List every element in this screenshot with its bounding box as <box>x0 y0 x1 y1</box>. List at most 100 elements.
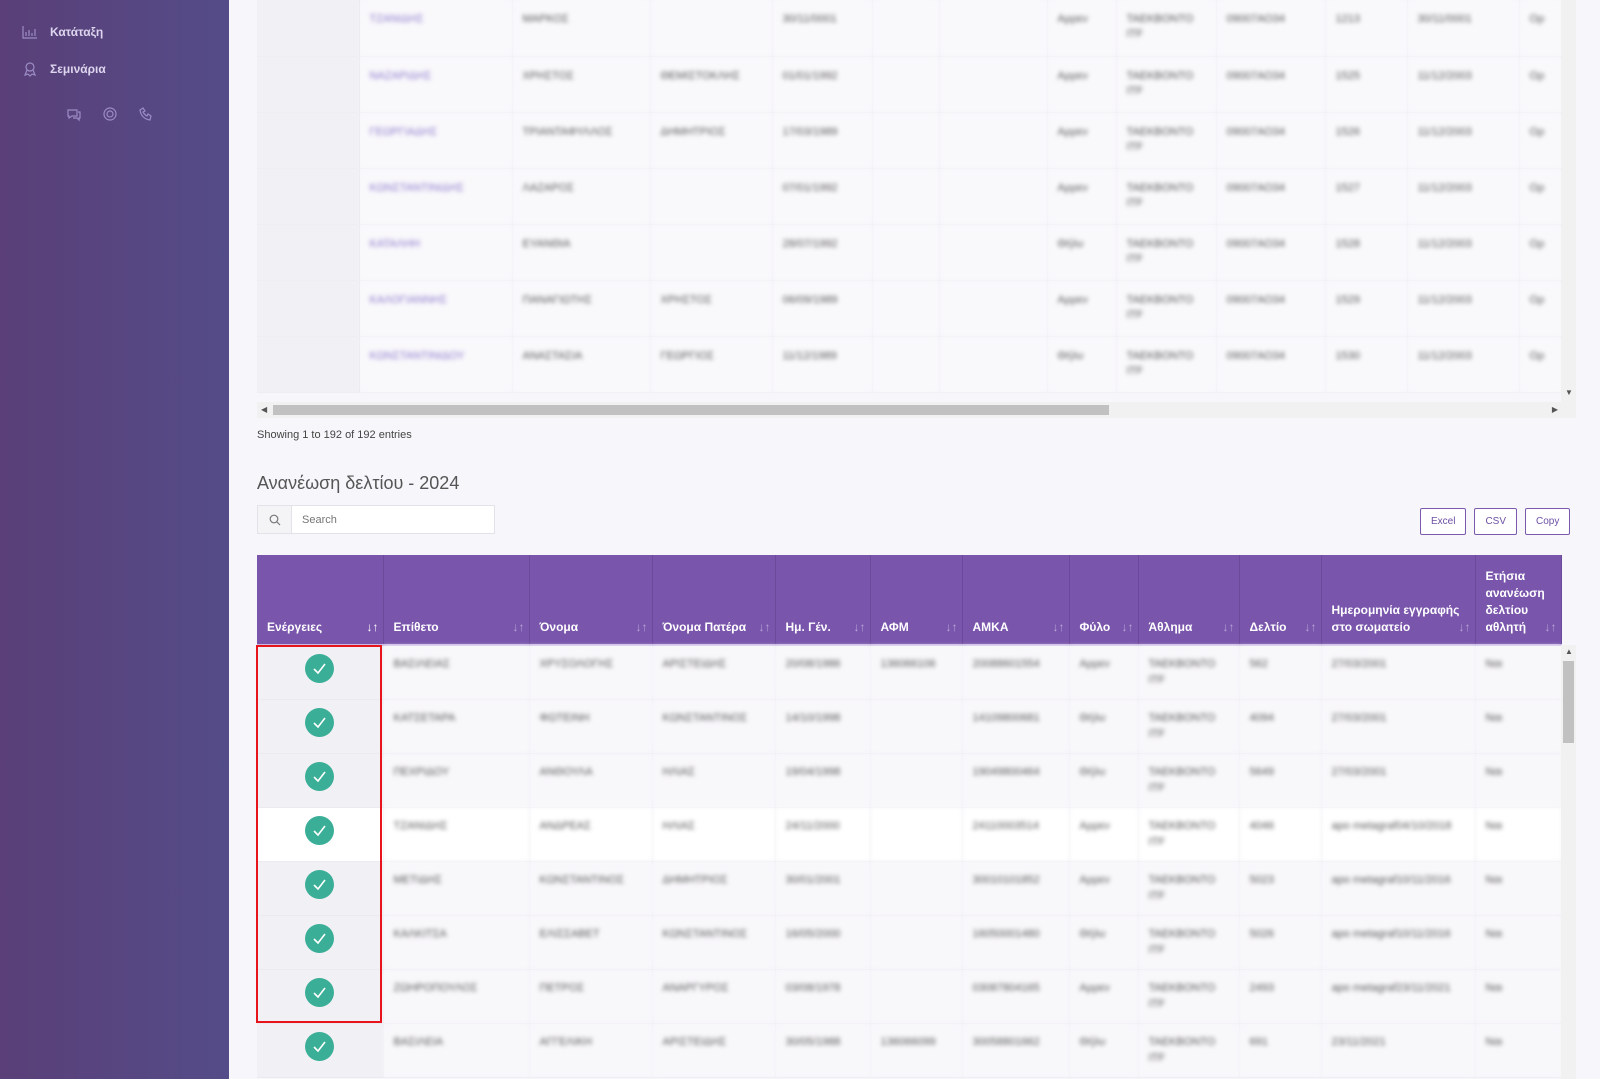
table-row: ΚΩΝΣΤΑΝΤΙΝΙΔΟΥ ΑΝΑΣΤΑΣΙΑ ΓΕΩΡΓΙΟΣ 11/12/198… <box>257 336 1561 393</box>
sort-icon[interactable]: ↓↑ <box>636 619 648 636</box>
table-cell: ΤΑΕΚΒΟΝΤΟ ITF <box>1138 645 1240 700</box>
table-cell: 1529 <box>1325 280 1408 337</box>
table-cell: 1527 <box>1325 168 1408 225</box>
table-cell: ΔΗΜΗΤΡΙΟΣ <box>652 861 776 916</box>
table-cell: 20/08/1986 <box>775 645 871 700</box>
check-icon[interactable] <box>305 761 335 791</box>
chat-icon[interactable] <box>66 106 82 122</box>
sort-icon[interactable]: ↓↑ <box>1545 619 1557 636</box>
table-cell[interactable]: ΚΑΛΟΓΙΑΝΝΗΣ <box>359 280 513 337</box>
table-cell[interactable]: ΤΖΑΝΙΔΗΣ <box>359 0 513 57</box>
table-cell: 1213 <box>1325 0 1408 57</box>
sort-icon[interactable]: ↓↑ <box>513 619 525 636</box>
table-cell[interactable]: ΚΩΝΣΤΑΝΤΙΝΙΔΟΥ <box>359 336 513 393</box>
column-header[interactable]: Όνομα Πατέρα ↓↑ <box>652 555 776 646</box>
horizontal-scrollbar[interactable]: ◀ ▶ <box>257 402 1576 418</box>
check-icon[interactable] <box>305 707 335 737</box>
table-cell: 14109800681 <box>962 699 1070 754</box>
column-header[interactable]: Ημερομηνία εγγραφής στο σωματείο ↓↑ <box>1321 555 1476 646</box>
search-box[interactable] <box>257 505 495 534</box>
table-cell: ΤΑΕΚΒΟΝΤΟ ITF <box>1138 1023 1240 1078</box>
column-header[interactable]: Ενέργειες ↓↑ <box>257 555 384 646</box>
table-cell[interactable]: ΓΕΩΡΓΙΑΔΗΣ <box>359 112 513 169</box>
column-header[interactable]: Επίθετο ↓↑ <box>383 555 530 646</box>
table-cell: 30/01/2001 <box>775 861 871 916</box>
table-cell <box>872 280 940 337</box>
sort-icon[interactable]: ↓↑ <box>1223 619 1235 636</box>
table-cell: ΚΩΝΣΤΑΝΤΙΝΟΣ <box>529 861 653 916</box>
table-cell <box>939 224 1048 281</box>
phone-icon[interactable] <box>138 106 154 122</box>
sidebar-item-ranking[interactable]: Κατάταξη <box>22 24 103 40</box>
table-row: ΠΕΧΡΙΔΟΥ ΑΝΘΟΥΛΑ ΗΛΙΑΣ 19/04/1998 1904980046… <box>257 753 1562 808</box>
table-cell: Αρρεν <box>1069 969 1139 1024</box>
column-header[interactable]: ΑΦΜ ↓↑ <box>870 555 963 646</box>
check-icon[interactable] <box>305 1031 335 1061</box>
table-cell: 5026 <box>1239 915 1322 970</box>
table-cell: ΑΝΘΟΥΛΑ <box>529 753 653 808</box>
table-cell: Αρρεν <box>1069 807 1139 862</box>
table-cell[interactable]: ΚΑΤΑΛΗΗ <box>359 224 513 281</box>
check-icon[interactable] <box>305 977 335 1007</box>
table-cell: ΠΕΤΡΟΣ <box>529 969 653 1024</box>
check-icon[interactable] <box>305 654 335 683</box>
sort-icon[interactable]: ↓↑ <box>759 619 771 636</box>
sort-icon[interactable]: ↓↑ <box>1122 619 1134 636</box>
table-cell: Αρρεν <box>1069 861 1139 916</box>
column-header[interactable]: Όνομα ↓↑ <box>529 555 653 646</box>
table-row: ΓΕΩΡΓΙΑΔΗΣ ΤΡΙΑΝΤΑΦΥΛΛΟΣ ΔΗΜΗΤΡΙΟΣ 17/03/19… <box>257 112 1561 169</box>
table-cell: 11/12/2003 <box>1407 224 1520 281</box>
column-header[interactable]: Ετήσια ανανέωση δελτίου αθλητή ↓↑ <box>1475 555 1562 646</box>
check-icon[interactable] <box>305 923 335 953</box>
actions-cell <box>257 807 384 862</box>
copy-button[interactable]: Copy <box>1525 508 1571 535</box>
table-cell: Ναι <box>1475 753 1562 808</box>
table-row: ΚΑΤΑΛΗΗ ΕΥΑΝΘΙΑ 28/07/1992 Θήλυ ΤΑΕΚΒΟΝΤΟ IT… <box>257 224 1561 281</box>
column-header[interactable]: Φύλο ↓↑ <box>1069 555 1139 646</box>
table-cell[interactable]: ΚΩΝΣΤΑΝΤΙΝΙΔΗΣ <box>359 168 513 225</box>
table-cell: 30058801662 <box>962 1023 1070 1078</box>
table-cell: ΤΑΕΚΒΟΝΤΟ ITF <box>1138 861 1240 916</box>
top-table-vertical-scrollbar[interactable]: ▼ <box>1561 0 1576 402</box>
sort-icon[interactable]: ↓↑ <box>946 619 958 636</box>
table-cell: ΤΖΑΝΙΔΗΣ <box>383 807 530 862</box>
check-icon[interactable] <box>305 869 335 899</box>
table-cell: Ορ <box>1519 112 1561 169</box>
column-header[interactable]: Ημ. Γέν. ↓↑ <box>775 555 871 646</box>
excel-button[interactable]: Excel <box>1420 508 1467 535</box>
column-header-label: Ημερομηνία εγγραφής στο σωματείο <box>1331 603 1460 634</box>
sort-icon[interactable]: ↓↑ <box>1305 619 1317 636</box>
sidebar: Κατάταξη Σεμινάρια <box>0 0 229 1079</box>
table-cell: ΤΑΕΚΒΟΝΤΟ ITF <box>1116 280 1217 337</box>
check-icon[interactable] <box>305 815 335 845</box>
table-cell: ΕΥΑΝΘΙΑ <box>512 224 651 281</box>
table-cell: 30/05/1988 <box>775 1023 871 1078</box>
actions-cell <box>257 699 384 754</box>
table-cell: 136066099 <box>870 1023 963 1078</box>
table-cell[interactable]: ΝΑΖΑΡΙΔΗΣ <box>359 56 513 113</box>
table-cell: 11/12/2003 <box>1407 280 1520 337</box>
column-header[interactable]: ΑΜΚΑ ↓↑ <box>962 555 1070 646</box>
table-cell: ΧΡΥΣΟΛΟΓΗΣ <box>529 645 653 700</box>
column-header[interactable]: Δελτίο ↓↑ <box>1239 555 1322 646</box>
table-cell: ΚΑΛΚΙΤΣΑ <box>383 915 530 970</box>
sidebar-item-label: Σεμινάρια <box>50 62 106 76</box>
sort-icon[interactable]: ↓↑ <box>854 619 866 636</box>
csv-button[interactable]: CSV <box>1474 508 1518 535</box>
table-cell: Θήλυ <box>1069 1023 1139 1078</box>
column-header-label: Επίθετο <box>393 620 439 634</box>
table-cell: 4046 <box>1239 807 1322 862</box>
table-cell: Ορ <box>1519 168 1561 225</box>
table-cell: 136066106 <box>870 645 963 700</box>
table-cell: Θήλυ <box>1047 224 1117 281</box>
sort-icon[interactable]: ↓↑ <box>367 619 379 636</box>
sidebar-item-seminars[interactable]: Σεμινάρια <box>22 61 106 77</box>
column-header[interactable]: Άθλημα ↓↑ <box>1138 555 1240 646</box>
renewal-table-vertical-scrollbar[interactable]: ▲ <box>1561 645 1576 1079</box>
table-cell: Αρρεν <box>1047 112 1117 169</box>
sort-icon[interactable]: ↓↑ <box>1053 619 1065 636</box>
sort-icon[interactable]: ↓↑ <box>1459 619 1471 636</box>
table-cell: apo metagraf10/11/2016 <box>1321 915 1476 970</box>
search-input[interactable] <box>292 506 494 533</box>
lifebuoy-icon[interactable] <box>102 106 118 122</box>
